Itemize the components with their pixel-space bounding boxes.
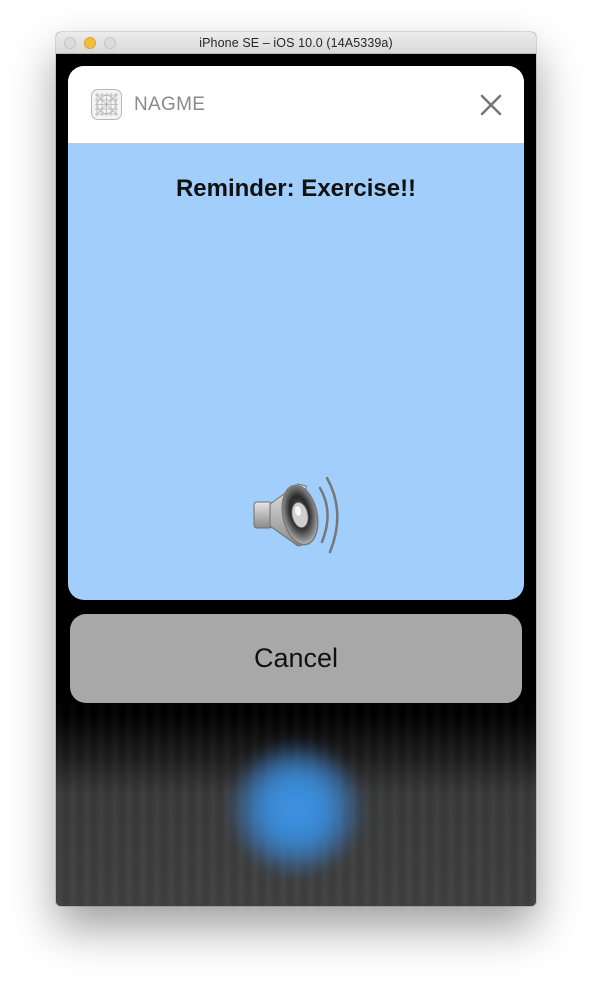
reminder-message: Reminder: Exercise!! bbox=[175, 175, 417, 202]
blurred-app-icon bbox=[231, 744, 361, 874]
simulator-window: iPhone SE – iOS 10.0 (14A5339a) NAGME Re… bbox=[56, 32, 536, 906]
device-screen: NAGME Reminder: Exercise!! Cancel bbox=[56, 54, 536, 906]
cancel-button[interactable]: Cancel bbox=[70, 614, 522, 703]
window-title: iPhone SE – iOS 10.0 (14A5339a) bbox=[199, 36, 393, 50]
grid-icon bbox=[91, 89, 122, 120]
close-icon[interactable] bbox=[476, 90, 506, 120]
window-titlebar: iPhone SE – iOS 10.0 (14A5339a) bbox=[56, 32, 536, 54]
app-name: NAGME bbox=[134, 94, 206, 115]
speaker-icon[interactable] bbox=[250, 466, 344, 560]
notification-header: NAGME bbox=[68, 66, 524, 144]
notification-card: NAGME Reminder: Exercise!! bbox=[68, 66, 524, 600]
